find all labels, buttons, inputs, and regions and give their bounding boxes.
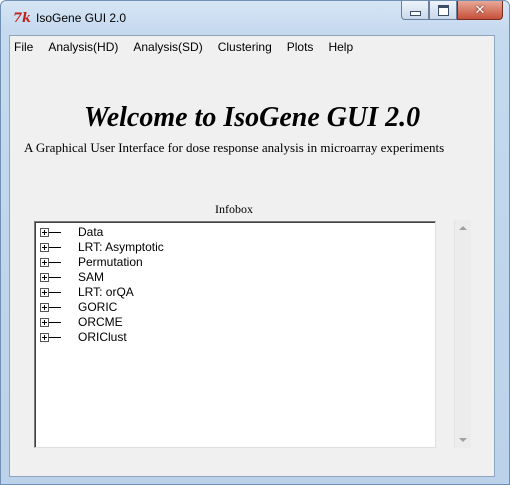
- tree-item-label: ORCME: [78, 315, 123, 329]
- tree-item-orcme[interactable]: ORCME: [35, 315, 425, 330]
- menu-analysis-sd[interactable]: Analysis(SD): [125, 36, 209, 56]
- scroll-down-icon[interactable]: [459, 438, 467, 442]
- expand-icon[interactable]: [40, 258, 49, 267]
- expand-icon[interactable]: [40, 228, 49, 237]
- tree-connector: [49, 232, 61, 233]
- tree-item-lrt-asymptotic[interactable]: LRT: Asymptotic: [35, 240, 425, 255]
- tree-connector: [49, 337, 61, 338]
- tree-item-label: ORIClust: [78, 330, 127, 344]
- expand-icon[interactable]: [40, 333, 49, 342]
- tree-item-label: LRT: orQA: [78, 285, 134, 299]
- infobox-label: Infobox: [215, 202, 253, 216]
- tree-item-oriclust[interactable]: ORIClust: [35, 330, 425, 345]
- window-controls: ✕: [401, 1, 503, 21]
- tree-item-label: LRT: Asymptotic: [78, 240, 164, 254]
- app-window: 7k IsoGene GUI 2.0 ✕ File Analysis(HD) A…: [0, 0, 510, 485]
- tree-connector: [49, 247, 61, 248]
- tree-connector: [49, 307, 61, 308]
- maximize-icon: [437, 4, 449, 16]
- expand-icon[interactable]: [40, 243, 49, 252]
- tree-item-label: Data: [78, 225, 104, 239]
- expand-icon[interactable]: [40, 303, 49, 312]
- close-icon: ✕: [474, 2, 486, 18]
- tree-item-label: SAM: [78, 270, 105, 284]
- expand-icon[interactable]: [40, 318, 49, 327]
- title-bar[interactable]: 7k IsoGene GUI 2.0 ✕: [1, 1, 509, 35]
- tree-connector: [49, 322, 61, 323]
- tree-item-label: GORIC: [78, 300, 118, 314]
- tree-connector: [49, 292, 61, 293]
- infobox-tree[interactable]: Data LRT: Asymptotic Permutation SAM LRT: [34, 221, 436, 448]
- menu-plots[interactable]: Plots: [279, 36, 321, 56]
- tree-item-data[interactable]: Data: [35, 225, 425, 240]
- window-title: IsoGene GUI 2.0: [36, 11, 127, 25]
- minimize-button[interactable]: [401, 1, 429, 20]
- menu-analysis-hd[interactable]: Analysis(HD): [40, 36, 125, 56]
- welcome-heading: Welcome to IsoGene GUI 2.0: [83, 102, 421, 133]
- tree-item-label: Permutation: [78, 255, 143, 269]
- expand-icon[interactable]: [40, 273, 49, 282]
- tree-connector: [49, 277, 61, 278]
- subtitle-text: A Graphical User Interface for dose resp…: [24, 140, 445, 155]
- tk-feather-icon: 7k: [13, 11, 32, 26]
- menu-clustering[interactable]: Clustering: [210, 36, 279, 56]
- menu-help[interactable]: Help: [320, 36, 360, 56]
- scroll-up-icon[interactable]: [459, 226, 467, 230]
- menu-bar: File Analysis(HD) Analysis(SD) Clusterin…: [10, 36, 494, 56]
- client-area: File Analysis(HD) Analysis(SD) Clusterin…: [9, 35, 495, 477]
- minimize-icon: [409, 10, 421, 16]
- close-button[interactable]: ✕: [457, 1, 503, 20]
- tree-item-sam[interactable]: SAM: [35, 270, 425, 285]
- tree-item-goric[interactable]: GORIC: [35, 300, 425, 315]
- menu-file[interactable]: File: [10, 36, 40, 56]
- tree-item-permutation[interactable]: Permutation: [35, 255, 425, 270]
- tree-connector: [49, 262, 61, 263]
- maximize-button[interactable]: [429, 1, 457, 20]
- infobox-scrollbar[interactable]: [454, 220, 471, 448]
- tree-item-lrt-orqa[interactable]: LRT: orQA: [35, 285, 425, 300]
- expand-icon[interactable]: [40, 288, 49, 297]
